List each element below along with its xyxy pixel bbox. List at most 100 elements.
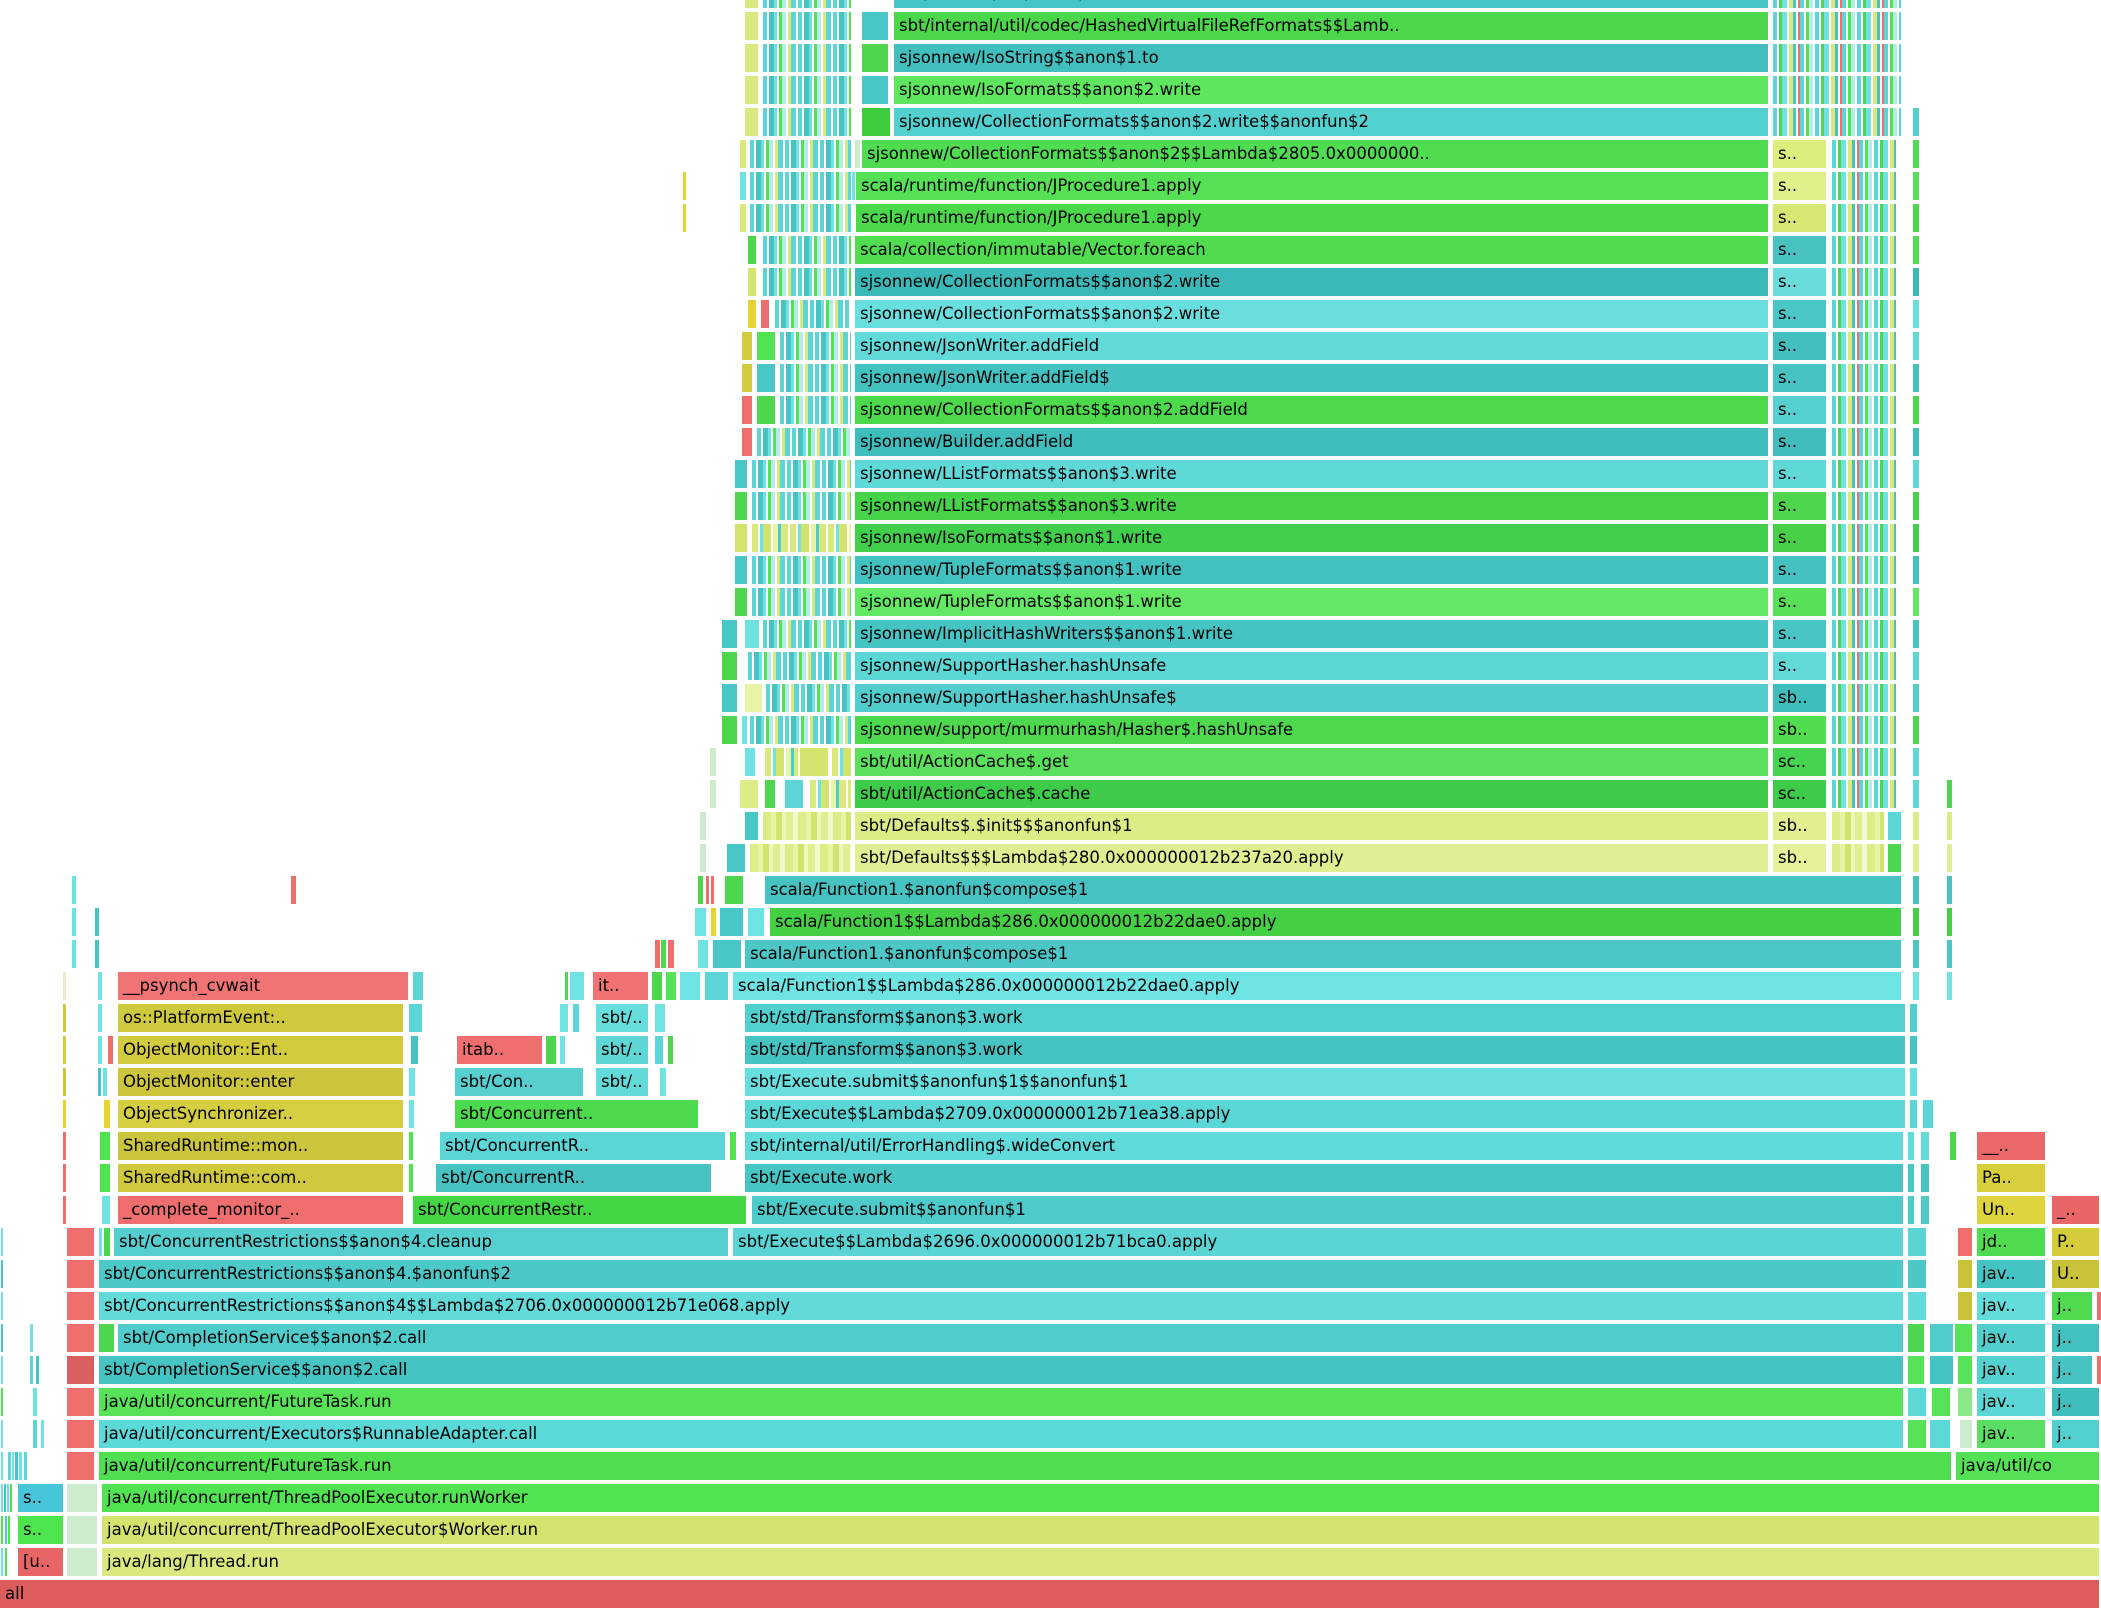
flame-frame-sliver-band[interactable] xyxy=(752,588,851,616)
flame-frame-sliver[interactable] xyxy=(1908,1388,1926,1416)
flame-frame-sliver[interactable] xyxy=(30,1324,33,1352)
flame-frame-sliver[interactable] xyxy=(291,876,296,904)
flame-frame[interactable]: scala/runtime/function/JProcedure1.apply xyxy=(856,172,1768,200)
flame-frame-sliver[interactable] xyxy=(1913,716,1919,744)
flame-frame-sliver[interactable] xyxy=(655,1004,665,1032)
flame-frame[interactable]: sjsonnew/CollectionFormats$$anon$2.write… xyxy=(894,108,1768,136)
flame-frame[interactable]: sbt/Execute.submit$$anonfun$1 xyxy=(752,1196,1903,1224)
flame-frame-sliver[interactable] xyxy=(409,1068,415,1096)
flame-frame-sliver[interactable] xyxy=(1913,332,1919,360)
flame-frame-sliver[interactable] xyxy=(1913,268,1919,296)
flame-frame-sliver[interactable] xyxy=(409,1004,422,1032)
flame-frame[interactable]: sbt/Execute.submit$$anonfun$1$$anonfun$1 xyxy=(745,1068,1905,1096)
flame-frame-sliver[interactable] xyxy=(1913,172,1919,200)
flame-frame-sliver-band[interactable] xyxy=(1832,588,1896,616)
flame-frame-sliver-band[interactable] xyxy=(765,748,798,776)
flame-frame-sliver[interactable] xyxy=(1913,492,1919,520)
flame-frame-sliver-band[interactable] xyxy=(763,12,851,40)
flame-frame-sliver[interactable] xyxy=(67,1292,94,1320)
flame-frame[interactable]: s.. xyxy=(1773,588,1826,616)
flame-frame-sliver-band[interactable] xyxy=(1832,268,1896,296)
flame-frame-sliver[interactable] xyxy=(63,972,66,1000)
flame-frame-sliver[interactable] xyxy=(1913,652,1919,680)
flame-frame-sliver[interactable] xyxy=(1,1484,3,1512)
flame-frame-sliver-band[interactable] xyxy=(780,396,851,424)
flame-frame-sliver-band[interactable] xyxy=(1832,396,1896,424)
flame-frame[interactable]: java/lang/Thread.run xyxy=(102,1548,2099,1576)
flame-frame-sliver-band[interactable] xyxy=(1832,332,1896,360)
flame-frame[interactable]: s.. xyxy=(1773,268,1826,296)
flame-frame-sliver[interactable] xyxy=(1958,1292,1972,1320)
flame-frame[interactable]: sbt/.. xyxy=(596,1036,648,1064)
flame-frame-sliver[interactable] xyxy=(1,1388,3,1416)
flame-frame-sliver[interactable] xyxy=(862,76,888,104)
flame-frame[interactable]: sbt/Concurrent.. xyxy=(455,1100,698,1128)
flame-frame-sliver-band[interactable] xyxy=(1832,364,1896,392)
flame-frame[interactable]: SharedRuntime::com.. xyxy=(118,1164,403,1192)
flame-frame-sliver-band[interactable] xyxy=(766,684,851,712)
flame-frame-sliver[interactable] xyxy=(1958,1356,1972,1384)
flame-frame-sliver[interactable] xyxy=(41,1420,44,1448)
flame-frame[interactable]: s.. xyxy=(1773,652,1826,680)
flame-frame-sliver[interactable] xyxy=(698,876,703,904)
flame-frame-sliver[interactable] xyxy=(1958,1228,1972,1256)
flame-frame-sliver[interactable] xyxy=(104,1228,110,1256)
flame-frame-sliver[interactable] xyxy=(72,908,76,936)
flame-frame-sliver-band[interactable] xyxy=(1832,556,1896,584)
flame-frame-sliver[interactable] xyxy=(565,972,568,1000)
flame-frame[interactable]: s.. xyxy=(1773,204,1826,232)
flame-frame-sliver[interactable] xyxy=(1950,1132,1956,1160)
flame-frame[interactable]: sbt/Execute$$Lambda$2696.0x000000012b71b… xyxy=(733,1228,1903,1256)
flame-frame[interactable]: __psynch_cvwait xyxy=(118,972,408,1000)
flame-frame-sliver[interactable] xyxy=(67,1388,94,1416)
flame-frame-sliver[interactable] xyxy=(725,876,743,904)
flame-frame-sliver[interactable] xyxy=(1930,1324,1953,1352)
flame-frame-sliver[interactable] xyxy=(745,748,755,776)
flame-frame-sliver[interactable] xyxy=(742,364,752,392)
flame-frame[interactable]: ObjectSynchronizer.. xyxy=(118,1100,403,1128)
flame-frame[interactable]: sc.. xyxy=(1773,748,1826,776)
flame-frame-sliver[interactable] xyxy=(748,300,756,328)
flame-frame-sliver[interactable] xyxy=(1913,300,1919,328)
flame-frame[interactable]: sjsonnew/IsoFormats$$anon$2.write xyxy=(894,76,1768,104)
flame-frame-sliver[interactable] xyxy=(695,908,706,936)
flame-frame-sliver[interactable] xyxy=(67,1516,97,1544)
flame-frame[interactable]: s.. xyxy=(1773,524,1826,552)
flame-frame[interactable]: j.. xyxy=(2052,1324,2099,1352)
flame-frame[interactable]: scala/runtime/function/JProcedure1.apply xyxy=(856,204,1768,232)
flame-frame-sliver[interactable] xyxy=(63,1004,66,1032)
flame-frame-sliver[interactable] xyxy=(63,1196,66,1224)
flame-frame-sliver[interactable] xyxy=(19,1452,22,1480)
flame-frame-sliver[interactable] xyxy=(722,716,737,744)
flame-frame-sliver[interactable] xyxy=(720,908,743,936)
flame-frame[interactable]: java/util/concurrent/FutureTask.run xyxy=(99,1388,1903,1416)
flame-frame-sliver[interactable] xyxy=(1,1324,3,1352)
flame-frame-sliver[interactable] xyxy=(1913,108,1919,136)
flame-frame-sliver[interactable] xyxy=(72,940,76,968)
flame-frame-sliver[interactable] xyxy=(409,1164,413,1192)
flame-frame-sliver-band[interactable] xyxy=(1832,172,1896,200)
flame-frame-sliver[interactable] xyxy=(409,1100,414,1128)
flame-frame-sliver[interactable] xyxy=(735,460,747,488)
flame-frame-sliver[interactable] xyxy=(1947,812,1952,840)
flame-frame-sliver[interactable] xyxy=(67,1548,97,1576)
flame-frame-sliver[interactable] xyxy=(722,620,737,648)
flame-frame-sliver[interactable] xyxy=(1913,204,1919,232)
flame-frame[interactable]: sbt/internal/util/codec/HashedVirtualFil… xyxy=(894,0,1768,8)
flame-frame-sliver[interactable] xyxy=(1913,780,1919,808)
flame-frame-sliver[interactable] xyxy=(1913,876,1919,904)
flame-frame-sliver-band[interactable] xyxy=(1832,300,1896,328)
flame-frame[interactable]: s.. xyxy=(1773,172,1826,200)
flame-frame[interactable]: Un.. xyxy=(1977,1196,2045,1224)
flame-frame-sliver[interactable] xyxy=(36,1356,39,1384)
flame-frame-sliver-band[interactable] xyxy=(763,268,851,296)
flame-frame-sliver-band[interactable] xyxy=(763,812,851,840)
flame-frame[interactable]: s.. xyxy=(1773,300,1826,328)
flame-frame-sliver[interactable] xyxy=(1947,844,1952,872)
flame-frame[interactable]: _complete_monitor_.. xyxy=(118,1196,403,1224)
flame-frame[interactable]: sjsonnew/TupleFormats$$anon$1.write xyxy=(855,588,1768,616)
flame-frame[interactable]: sjsonnew/SupportHasher.hashUnsafe$ xyxy=(855,684,1768,712)
flame-frame-sliver[interactable] xyxy=(1923,1100,1933,1128)
flame-frame-sliver[interactable] xyxy=(1955,1324,1972,1352)
flame-frame-sliver[interactable] xyxy=(1908,1260,1926,1288)
